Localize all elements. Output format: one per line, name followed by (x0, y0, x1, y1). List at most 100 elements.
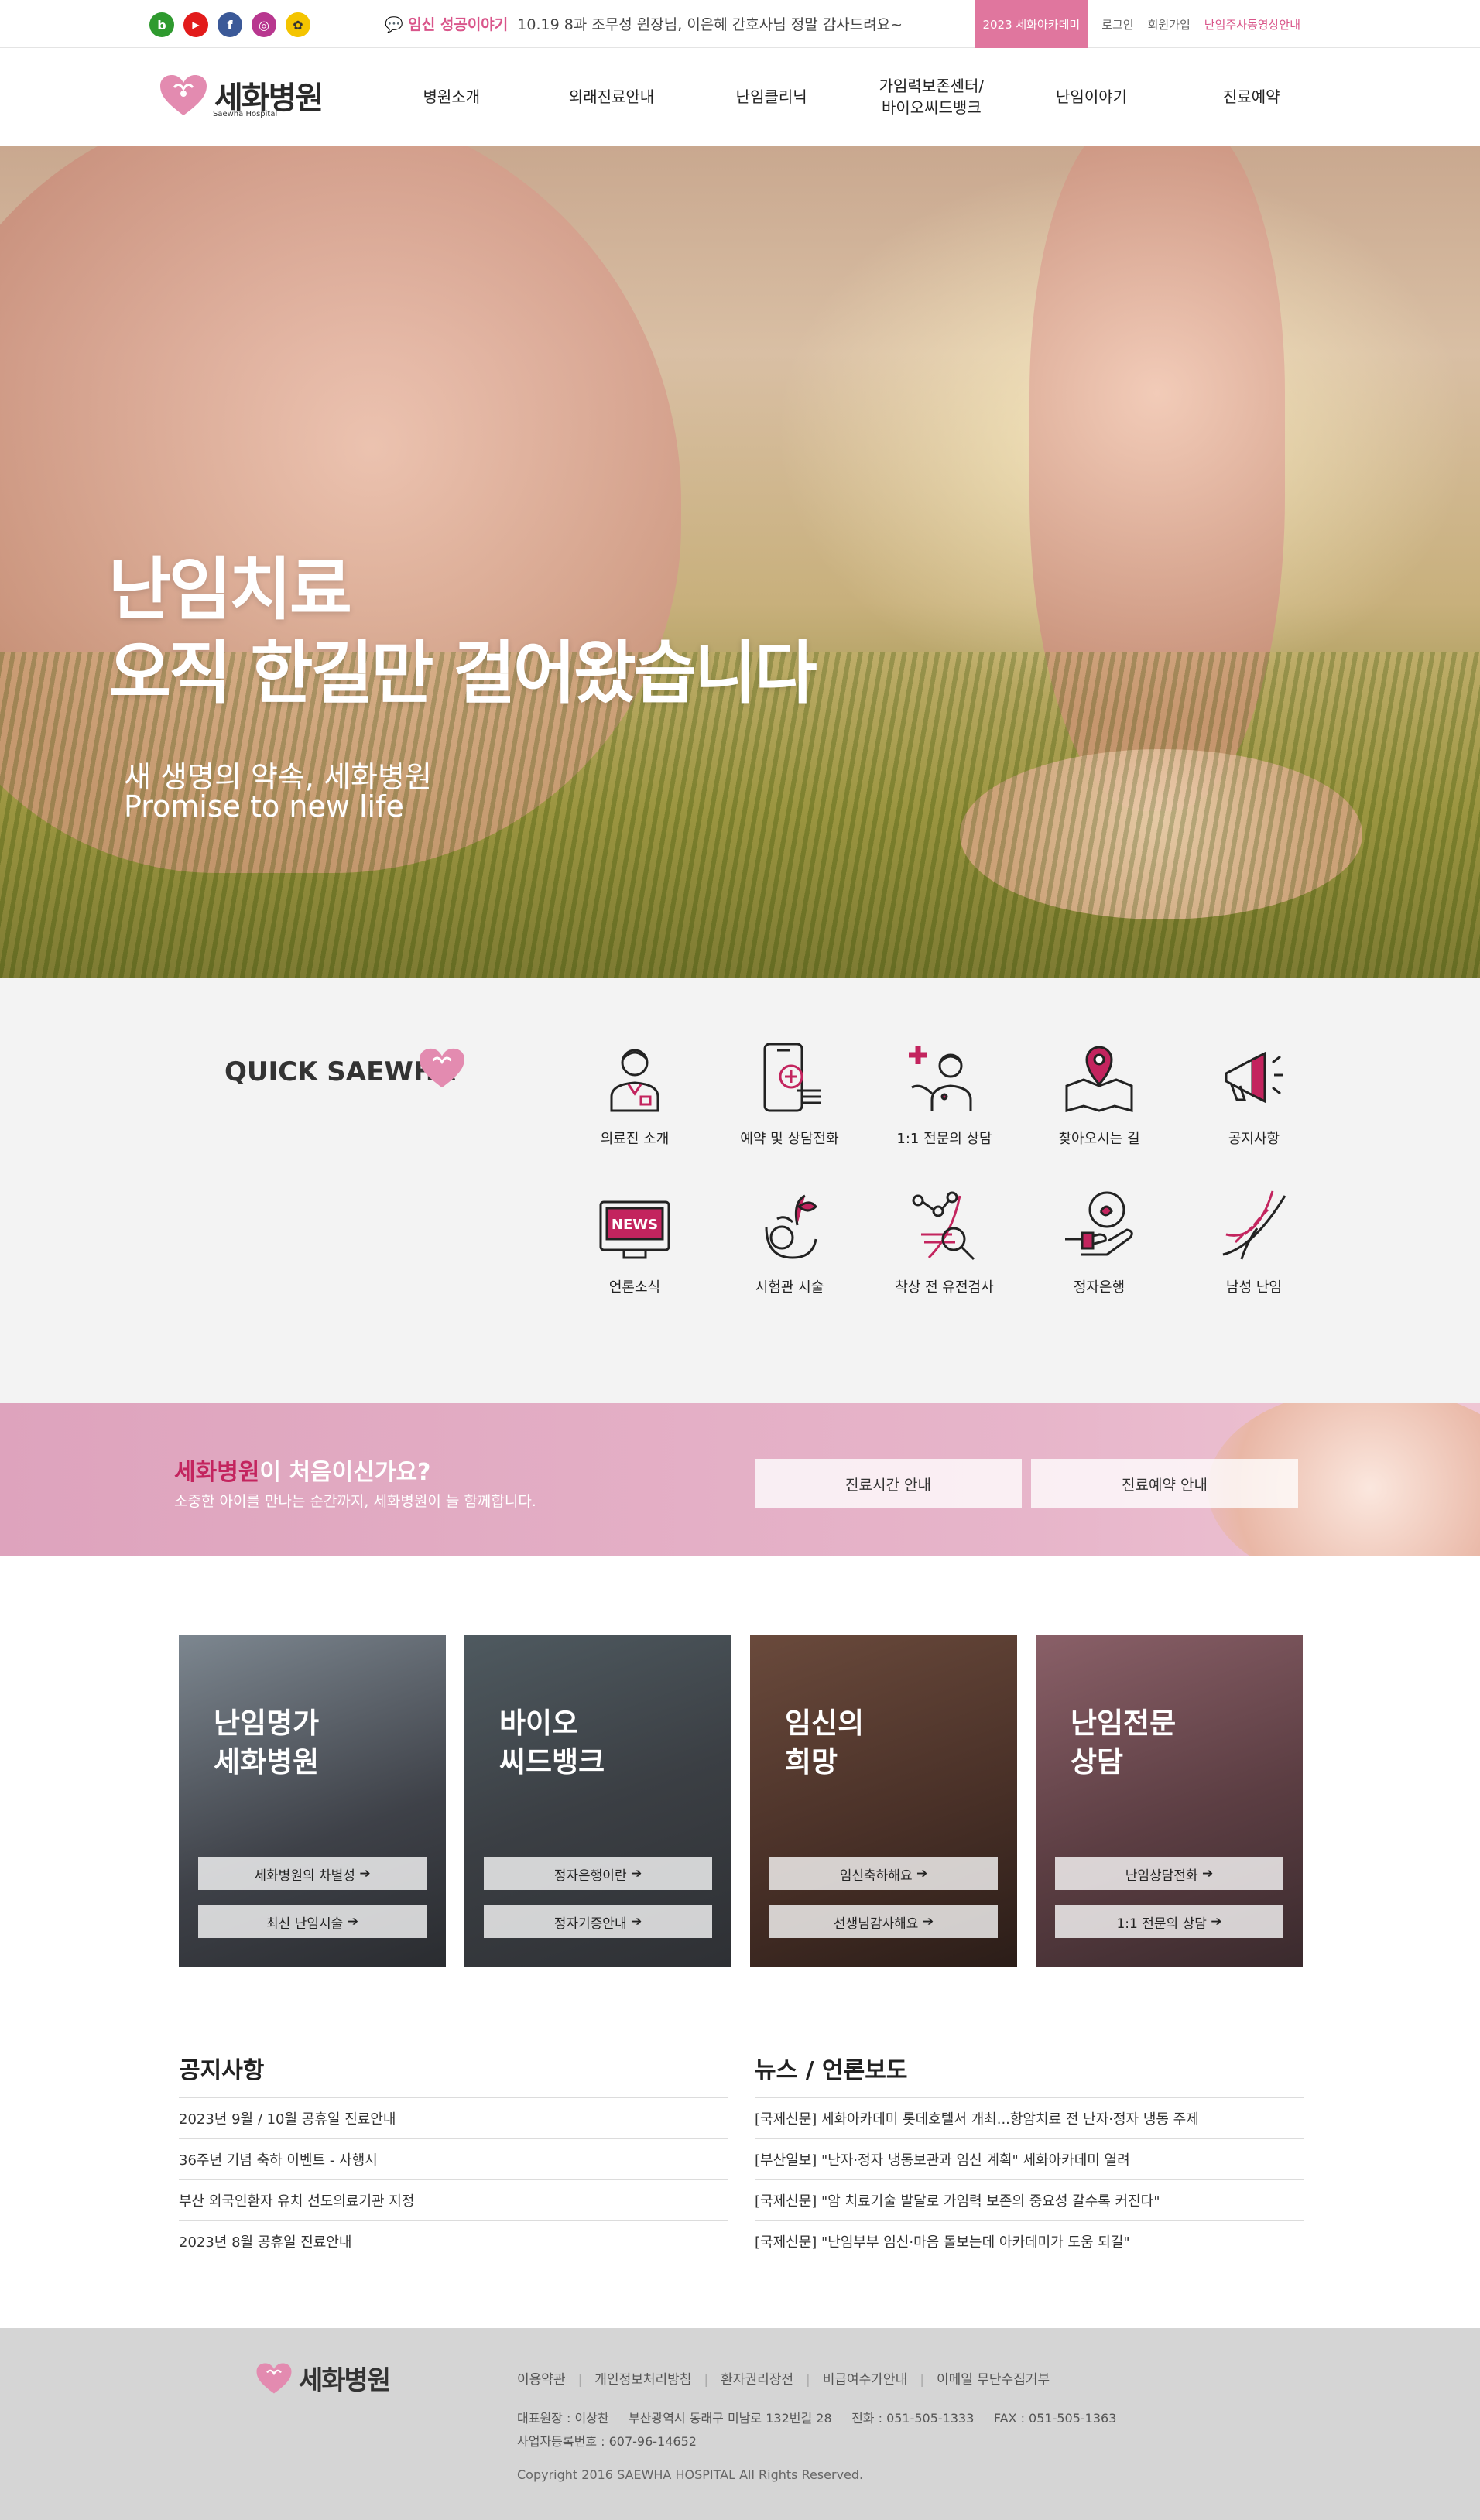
notice-item[interactable]: 2023년 8월 공휴일 진료안내 (179, 2220, 728, 2261)
card-bio-seedbank: 바이오 씨드뱅크 정자은행이란 ➔ 정자기증안내 ➔ (464, 1635, 731, 1967)
news-item[interactable]: [국제신문] "난임부부 임신·마음 돌보는데 아카데미가 도움 되길" (755, 2220, 1304, 2261)
arrow-right-icon: ➔ (631, 1866, 642, 1881)
menu-infertility-clinic[interactable]: 난임클리닉 (691, 48, 851, 146)
footer-logo: 세화병원 (255, 2359, 391, 2397)
top-bar: b ▶ f ◎ ✿ 💬 임신 성공이야기 10.19 8과 조무성 원장님, 이은… (0, 0, 1480, 48)
first-visit-subtext: 소중한 아이를 만나는 순간까지, 세화병원이 늘 함께합니다. (174, 1493, 536, 1510)
notice-item[interactable]: 부산 외국인환자 유치 선도의료기관 지정 (179, 2179, 728, 2220)
arrow-right-icon: ➔ (916, 1866, 928, 1881)
first-visit-question: 세화병원이 처음이신가요? (174, 1459, 431, 1486)
arrow-right-icon: ➔ (1202, 1866, 1214, 1881)
arrow-right-icon: ➔ (359, 1866, 371, 1881)
copyright: Copyright 2016 SAEWHA HOSPITAL All Right… (517, 2467, 864, 2482)
menu-outpatient[interactable]: 외래진료안내 (532, 48, 692, 146)
logo[interactable]: 세화병원 Saewha Hospital (159, 73, 324, 118)
card-button[interactable]: 임신축하해요 ➔ (769, 1857, 998, 1890)
quick-item-directions[interactable]: 찾아오시는 길 (1022, 1039, 1177, 1148)
ivf-icon (765, 1194, 818, 1259)
heart-logo-icon (256, 2363, 292, 2393)
notice-title[interactable]: 공지사항 (179, 2051, 728, 2097)
top-links: 2023 세화아카데미 로그인 회원가입 난임주사동영상안내 (975, 0, 1300, 48)
heart-logo-icon (160, 75, 207, 115)
consultation-icon (909, 1046, 972, 1111)
card-title: 임신의 희망 (785, 1707, 865, 1779)
quick-item-news[interactable]: NEWS 언론소식 (557, 1188, 712, 1296)
arrow-right-icon: ➔ (347, 1914, 358, 1929)
fee-info-link[interactable]: 비급여수가안내 (793, 2368, 907, 2388)
card-button[interactable]: 세화병원의 차별성 ➔ (198, 1857, 427, 1890)
card-title: 난임전문 상담 (1071, 1707, 1177, 1779)
news-title[interactable]: 뉴스 / 언론보도 (755, 2051, 1304, 2097)
login-link[interactable]: 로그인 (1101, 16, 1133, 33)
news-board: 뉴스 / 언론보도 [국제신문] 세화아카데미 롯데호텔서 개최...항암치료 … (755, 2051, 1304, 2261)
menu-about[interactable]: 병원소개 (372, 48, 532, 146)
sperm-bank-icon (1065, 1191, 1133, 1256)
arrow-right-icon: ➔ (631, 1914, 642, 1929)
news-icon: NEWS (599, 1200, 670, 1259)
card-button[interactable]: 최신 난임시술 ➔ (198, 1905, 427, 1938)
card-consulting: 난임전문 상담 난임상담전화 ➔ 1:1 전문의 상담 ➔ (1036, 1635, 1303, 1967)
reservation-info-button[interactable]: 진료예약 안내 (1031, 1459, 1298, 1508)
success-story-ticker[interactable]: 💬 임신 성공이야기 10.19 8과 조무성 원장님, 이은혜 간호사님 정말 … (385, 13, 903, 34)
ticker-text[interactable]: 10.19 8과 조무성 원장님, 이은혜 간호사님 정말 감사드려요~ (517, 16, 903, 33)
arrow-right-icon: ➔ (922, 1914, 934, 1929)
menu-reservation[interactable]: 진료예약 (1171, 48, 1331, 146)
quick-item-doctors[interactable]: 의료진 소개 (557, 1039, 712, 1148)
dna-search-icon (912, 1191, 975, 1261)
footer-links: 이용약관 개인정보처리방침 환자권리장전 비급여수가안내 이메일 무단수집거부 (517, 2368, 1050, 2388)
card-hospital: 난임명가 세화병원 세화병원의 차별성 ➔ 최신 난임시술 ➔ (179, 1635, 446, 1967)
doctor-icon (610, 1049, 659, 1112)
card-title: 난임명가 세화병원 (214, 1707, 320, 1779)
first-visit-banner: 세화병원이 처음이신가요? 소중한 아이를 만나는 순간까지, 세화병원이 늘 … (0, 1403, 1480, 1556)
blog-icon[interactable]: b (149, 12, 174, 37)
patient-rights-link[interactable]: 환자권리장전 (691, 2368, 793, 2388)
terms-link[interactable]: 이용약관 (517, 2368, 566, 2388)
youtube-icon[interactable]: ▶ (183, 12, 208, 37)
card-button[interactable]: 정자은행이란 ➔ (484, 1857, 712, 1890)
news-item[interactable]: [부산일보] "난자·정자 냉동보관과 임신 계획" 세화아카데미 열려 (755, 2138, 1304, 2179)
map-pin-icon (1065, 1046, 1133, 1112)
card-button[interactable]: 난임상담전화 ➔ (1055, 1857, 1283, 1890)
menu-fertility-center[interactable]: 가임력보존센터/ 바이오씨드뱅크 (851, 48, 1012, 146)
hours-info-button[interactable]: 진료시간 안내 (755, 1459, 1022, 1508)
megaphone-icon (1225, 1051, 1283, 1104)
menu-infertility-story[interactable]: 난임이야기 (1012, 48, 1172, 146)
heart-logo-icon (420, 1048, 464, 1088)
hero-headline: 난임치료 오직 한길만 걸어왔습니다 (108, 550, 817, 713)
injection-video-link[interactable]: 난임주사동영상안내 (1204, 16, 1300, 33)
hero-banner: 난임치료 오직 한길만 걸어왔습니다 새 생명의 약속, 세화병원 Promise… (0, 146, 1480, 978)
quick-menu-section: QUICK SAEWHA 의료진 소개 예약 및 상담전화 1:1 전문의 상담… (0, 978, 1480, 1403)
privacy-link[interactable]: 개인정보처리방침 (566, 2368, 691, 2388)
svg-text:NEWS: NEWS (612, 1217, 658, 1233)
notice-item[interactable]: 36주년 기념 축하 이벤트 - 사행시 (179, 2138, 728, 2179)
card-button[interactable]: 정자기증안내 ➔ (484, 1905, 712, 1938)
quick-grid: 의료진 소개 예약 및 상담전화 1:1 전문의 상담 찾아오시는 길 공지사항… (557, 1039, 1331, 1296)
card-button[interactable]: 선생님감사해요 ➔ (769, 1905, 998, 1938)
quick-item-pgt[interactable]: 착상 전 유전검사 (867, 1188, 1022, 1296)
facebook-icon[interactable]: f (218, 12, 242, 37)
arrow-right-icon: ➔ (1211, 1914, 1222, 1929)
quick-item-sperm-bank[interactable]: 정자은행 (1022, 1188, 1177, 1296)
card-hope: 임신의 희망 임신축하해요 ➔ 선생님감사해요 ➔ (750, 1635, 1017, 1967)
dna-icon (1222, 1190, 1286, 1260)
hero-subtitle-en: Promise to new life (124, 789, 404, 823)
card-title: 바이오 씨드뱅크 (499, 1707, 605, 1779)
kakaostory-icon[interactable]: ✿ (286, 12, 310, 37)
quick-item-notice[interactable]: 공지사항 (1177, 1039, 1331, 1148)
logo-subtext: Saewha Hospital (213, 110, 278, 118)
email-refusal-link[interactable]: 이메일 무단수집거부 (907, 2368, 1050, 2388)
quick-item-male-infertility[interactable]: 남성 난임 (1177, 1188, 1331, 1296)
quick-item-consult[interactable]: 1:1 전문의 상담 (867, 1039, 1022, 1148)
news-item[interactable]: [국제신문] 세화아카데미 롯데호텔서 개최...항암치료 전 난자·정자 냉동… (755, 2097, 1304, 2138)
quick-item-booking[interactable]: 예약 및 상담전화 (712, 1039, 867, 1148)
card-button[interactable]: 1:1 전문의 상담 ➔ (1055, 1905, 1283, 1938)
notice-item[interactable]: 2023년 9월 / 10월 공휴일 진료안내 (179, 2097, 728, 2138)
join-link[interactable]: 회원가입 (1148, 16, 1191, 33)
speech-bubble-icon: 💬 (385, 16, 403, 33)
quick-item-ivf[interactable]: 시험관 시술 (712, 1188, 867, 1296)
footer: 세화병원 이용약관 개인정보처리방침 환자권리장전 비급여수가안내 이메일 무단… (0, 2328, 1480, 2520)
academy-link[interactable]: 2023 세화아카데미 (975, 0, 1088, 48)
instagram-icon[interactable]: ◎ (252, 12, 276, 37)
phone-booking-icon (763, 1043, 821, 1112)
news-item[interactable]: [국제신문] "암 치료기술 발달로 가임력 보존의 중요성 갈수록 커진다" (755, 2179, 1304, 2220)
